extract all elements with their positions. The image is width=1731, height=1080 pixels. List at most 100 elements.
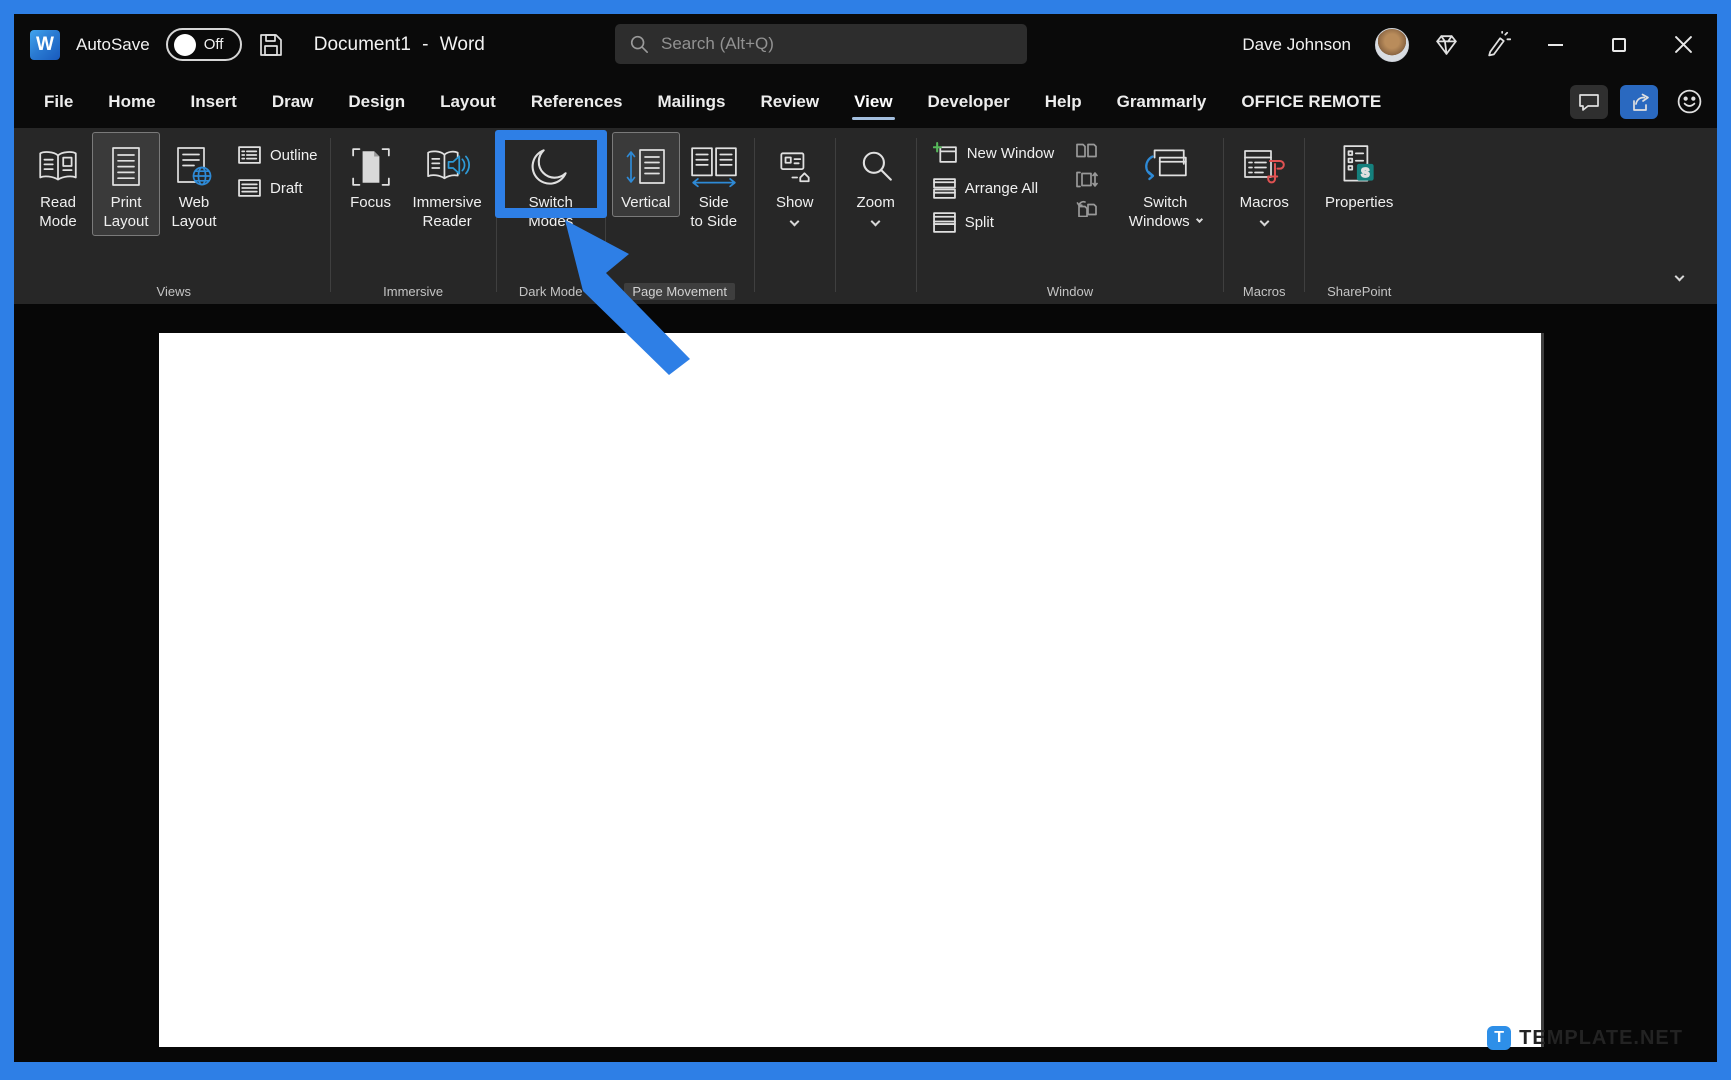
properties-icon: S (1339, 141, 1379, 193)
window-group: New Window Arrange All Split (917, 128, 1224, 304)
zoom-group-label (842, 278, 910, 304)
chevron-down-icon (1674, 271, 1684, 281)
outline-button[interactable]: Outline (238, 146, 318, 164)
tab-insert[interactable]: Insert (191, 78, 237, 126)
ribbon-tab-row: File Home Insert Draw Design Layout Refe… (14, 75, 1717, 128)
switch-modes-button[interactable]: Switch Modes (503, 132, 599, 236)
draft-button[interactable]: Draft (238, 179, 318, 197)
tab-office-remote[interactable]: OFFICE REMOTE (1241, 78, 1381, 126)
draft-label: Draft (270, 180, 303, 197)
switch-windows-button[interactable]: Switch Windows (1113, 132, 1217, 236)
comment-icon (1578, 92, 1600, 112)
template-net-logo-icon: T (1487, 1026, 1511, 1050)
side-to-side-button[interactable]: Side to Side (680, 132, 748, 236)
share-icon (1628, 92, 1650, 112)
avatar[interactable] (1375, 28, 1409, 62)
arrange-all-button[interactable]: Arrange All (933, 178, 1055, 199)
view-side-by-side-icon[interactable] (1075, 142, 1098, 159)
views-group: Read Mode Print Layout (18, 128, 330, 304)
show-label: Show (776, 193, 814, 212)
autosave-toggle[interactable]: Off (166, 28, 242, 61)
close-button[interactable] (1663, 25, 1703, 65)
switch-windows-icon (1140, 141, 1190, 193)
autosave-label: AutoSave (76, 35, 150, 55)
collapse-ribbon-button[interactable] (1665, 268, 1693, 288)
document-page[interactable] (159, 333, 1541, 1047)
tab-design[interactable]: Design (348, 78, 405, 126)
svg-text:S: S (1361, 166, 1369, 180)
search-placeholder: Search (Alt+Q) (661, 34, 774, 54)
outline-icon (238, 146, 261, 164)
show-group: Show (755, 128, 835, 304)
chevron-down-icon (790, 217, 800, 227)
web-layout-label-1: Web (179, 193, 210, 212)
print-layout-icon (109, 141, 143, 193)
properties-button[interactable]: S Properties (1311, 132, 1407, 217)
read-mode-button[interactable]: Read Mode (24, 132, 92, 236)
premium-diamond-icon[interactable] (1433, 32, 1460, 57)
properties-label: Properties (1325, 193, 1393, 212)
zoom-group: Zoom (836, 128, 916, 304)
tab-file[interactable]: File (44, 78, 73, 126)
tab-review[interactable]: Review (761, 78, 820, 126)
tab-grammarly[interactable]: Grammarly (1117, 78, 1207, 126)
macros-button[interactable]: Macros (1230, 132, 1298, 230)
tab-references[interactable]: References (531, 78, 623, 126)
comments-button[interactable] (1570, 85, 1608, 119)
share-button[interactable] (1620, 85, 1658, 119)
switch-modes-label-2: Modes (528, 212, 573, 231)
split-button[interactable]: Split (933, 212, 1055, 233)
macros-icon (1242, 141, 1286, 193)
tab-draw[interactable]: Draw (272, 78, 314, 126)
tab-home[interactable]: Home (108, 78, 155, 126)
tab-mailings[interactable]: Mailings (658, 78, 726, 126)
tab-help[interactable]: Help (1045, 78, 1082, 126)
immersive-reader-icon (423, 141, 471, 193)
tab-view[interactable]: View (854, 78, 892, 126)
page-movement-group: Vertical Side to Side Page Movement (606, 128, 754, 304)
tab-developer[interactable]: Developer (928, 78, 1010, 126)
split-icon (933, 212, 956, 233)
print-layout-button[interactable]: Print Layout (92, 132, 160, 236)
web-layout-button[interactable]: Web Layout (160, 132, 228, 236)
sharepoint-group-label: SharePoint (1311, 278, 1407, 304)
side-to-side-icon (689, 141, 739, 193)
dark-mode-group-label: Dark Mode (503, 278, 599, 304)
focus-label: Focus (350, 193, 391, 212)
chevron-down-icon (1196, 216, 1203, 223)
print-layout-label-2: Layout (103, 212, 148, 231)
close-icon (1675, 36, 1692, 53)
reset-window-position-icon[interactable] (1075, 200, 1098, 217)
synchronous-scrolling-icon[interactable] (1075, 171, 1098, 188)
show-group-label (761, 278, 829, 304)
user-name[interactable]: Dave Johnson (1242, 35, 1351, 55)
switch-windows-label-1: Switch (1143, 193, 1187, 212)
focus-button[interactable]: Focus (337, 132, 405, 217)
macros-group: Macros Macros (1224, 128, 1304, 304)
dark-mode-group: Switch Modes Dark Mode (497, 128, 605, 304)
maximize-button[interactable] (1599, 25, 1639, 65)
side-to-side-label-1: Side (699, 193, 729, 212)
feedback-smiley-icon[interactable] (1676, 88, 1703, 115)
save-icon[interactable] (258, 32, 284, 58)
vertical-label: Vertical (621, 193, 670, 212)
split-label: Split (965, 214, 994, 231)
ribbon: Read Mode Print Layout (14, 128, 1717, 304)
minimize-button[interactable] (1535, 25, 1575, 65)
immersive-reader-label-2: Reader (423, 212, 472, 231)
search-input[interactable]: Search (Alt+Q) (615, 24, 1027, 64)
immersive-reader-button[interactable]: Immersive Reader (405, 132, 490, 236)
arrange-all-icon (933, 178, 956, 199)
vertical-button[interactable]: Vertical (612, 132, 680, 217)
tab-layout[interactable]: Layout (440, 78, 496, 126)
editor-pen-icon[interactable] (1484, 31, 1511, 58)
zoom-icon (857, 141, 895, 193)
new-window-button[interactable]: New Window (933, 142, 1055, 165)
print-layout-label-1: Print (111, 193, 142, 212)
show-button[interactable]: Show (761, 132, 829, 230)
screenshot-frame: W AutoSave Off Document1 - Word Search (… (0, 0, 1731, 1080)
switch-modes-label-1: Switch (529, 193, 573, 212)
zoom-button[interactable]: Zoom (842, 132, 910, 230)
watermark-text: TEMPLATE.NET (1519, 1027, 1683, 1050)
web-layout-icon (174, 141, 214, 193)
